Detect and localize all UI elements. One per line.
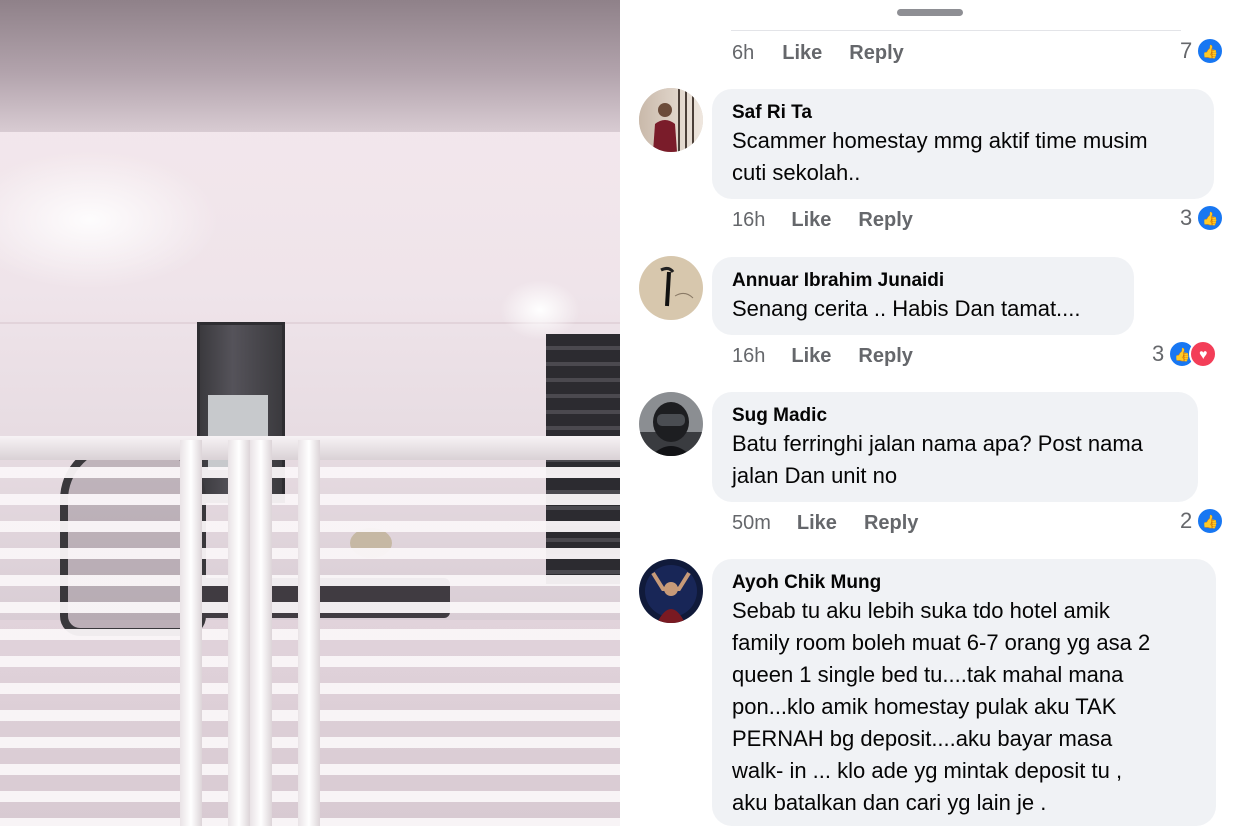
comment-author[interactable]: Sug Madic [732,404,1178,428]
comment-author[interactable]: Annuar Ibrahim Junaidi [732,269,1114,293]
ceiling [0,0,620,132]
railing-post [298,440,320,826]
reaction-count: 3 [1152,341,1165,366]
avatar[interactable] [639,256,703,320]
comment-time: 16h [732,208,766,231]
comment-bubble: Ayoh Chik Mung Sebab tu aku lebih suka t… [712,559,1216,826]
like-button[interactable]: Like [782,42,822,65]
comment-text: Senang cerita .. Habis Dan tamat.... [732,296,1081,321]
like-button[interactable]: Like [791,345,831,368]
comment-time: 6h [732,41,755,64]
reply-button[interactable]: Reply [858,209,912,232]
comments-panel: 6h Like Reply 7 👍 Saf Ri Ta Scammer home… [620,0,1240,826]
like-button[interactable]: Like [791,209,831,232]
comment-meta: 50m Like Reply [732,508,918,538]
avatar[interactable] [639,88,703,152]
comment-text: aku batalkan dan cari yg lain je . [732,790,1047,815]
comment-bubble: Saf Ri Ta Scammer homestay mmg aktif tim… [712,89,1214,199]
reaction-summary[interactable]: 3 👍 ♥ [1152,339,1218,369]
comment-text: queen 1 single bed tu....tak mahal mana [732,662,1124,687]
reaction-summary[interactable]: 3 👍 [1180,203,1225,233]
divider [731,30,1181,31]
reply-button[interactable]: Reply [858,345,912,368]
reaction-count: 3 [1180,205,1193,230]
railing-post [250,440,272,826]
comment-meta: 16h Like Reply [732,341,913,371]
like-icon: 👍 [1196,37,1225,65]
avatar[interactable] [639,559,703,623]
like-icon: 👍 [1196,204,1225,232]
comment-text: Scammer homestay mmg aktif time musim [732,128,1148,153]
room-photo [0,0,620,826]
drag-handle[interactable] [897,9,963,16]
comment-text: walk- in ... klo ade yg mintak deposit t… [732,758,1123,783]
comment-time: 16h [732,344,766,367]
reaction-summary[interactable]: 7 👍 [1180,36,1225,66]
comment-text: family room boleh muat 6-7 orang yg asa … [732,630,1151,655]
comment-meta: 6h Like Reply [732,38,904,68]
comment-meta: 16h Like Reply [732,205,913,235]
reaction-summary[interactable]: 2 👍 [1180,506,1225,536]
comment-text: PERNAH bg deposit....aku bayar masa [732,726,1113,751]
reaction-count: 2 [1180,508,1193,533]
comment-text: Sebab tu aku lebih suka tdo hotel amik [732,598,1110,623]
comment-text: jalan Dan unit no [732,463,898,488]
avatar[interactable] [639,392,703,456]
comment-text: pon...klo amik homestay pulak aku TAK [732,694,1117,719]
ceiling-light [500,280,580,340]
love-icon: ♥ [1189,340,1218,368]
like-button[interactable]: Like [797,512,837,535]
comment-text: cuti sekolah.. [732,160,861,185]
reply-button[interactable]: Reply [864,512,918,535]
light-glare [0,150,220,290]
reaction-count: 7 [1180,38,1193,63]
comment-text: Batu ferringhi jalan nama apa? Post nama [732,431,1143,456]
comment-author[interactable]: Ayoh Chik Mung [732,571,1196,595]
railing-post [228,440,250,826]
comment-bubble: Annuar Ibrahim Junaidi Senang cerita .. … [712,257,1134,335]
like-icon: 👍 [1196,507,1225,535]
comment-author[interactable]: Saf Ri Ta [732,101,1194,125]
comment-time: 50m [732,511,771,534]
comment-bubble: Sug Madic Batu ferringhi jalan nama apa?… [712,392,1198,502]
railing-post [180,440,202,826]
reply-button[interactable]: Reply [849,42,903,65]
